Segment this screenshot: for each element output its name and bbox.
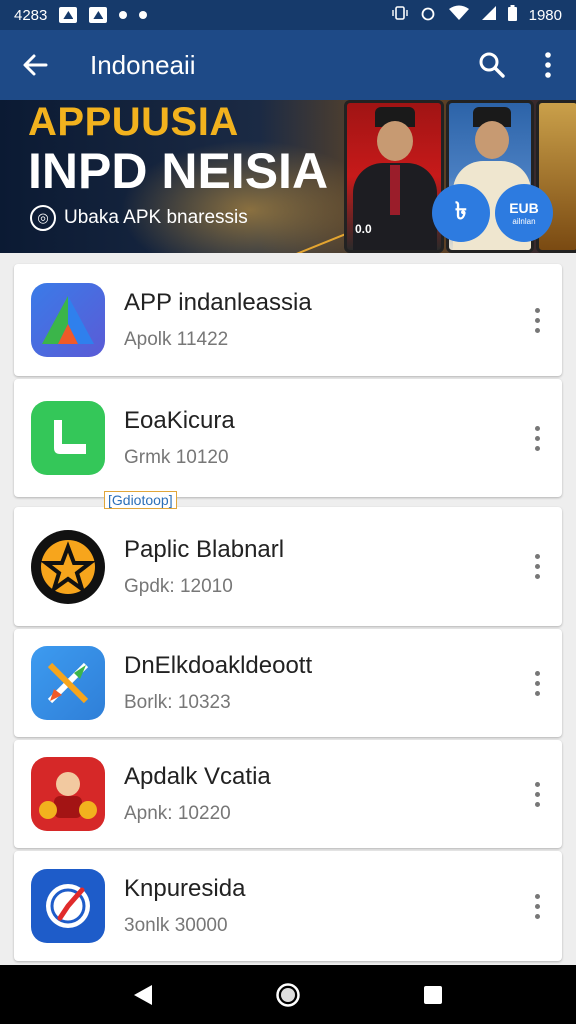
item-menu-button[interactable] bbox=[514, 876, 560, 936]
currency-badge: ৳ bbox=[432, 184, 490, 242]
nav-home-icon bbox=[276, 982, 300, 1007]
app-name: DnElkdoakldeoott bbox=[124, 652, 313, 679]
arrow-back-icon bbox=[23, 54, 48, 76]
app-subtitle: Apolk 11422 bbox=[124, 329, 229, 350]
brand-badge-title: EUB bbox=[509, 199, 539, 216]
list-item[interactable]: EoaKicura Grmk 10120 bbox=[14, 379, 562, 497]
gallery-notification-icon bbox=[59, 7, 78, 23]
banner-subtitle-text: Ubaka APK bnaressis bbox=[64, 207, 248, 228]
nav-recents-icon bbox=[424, 985, 443, 1004]
shield-badge-icon: ◎ bbox=[30, 205, 56, 231]
app-text: Apdalk Vcatia Apnk: 10220 bbox=[124, 763, 514, 825]
compass-icon bbox=[31, 869, 105, 943]
status-right: 1980 bbox=[391, 5, 562, 25]
brand-badge-subtitle: ailnlan bbox=[512, 216, 536, 226]
app-name: Apdalk Vcatia bbox=[124, 763, 271, 790]
notification-dot-icon bbox=[139, 11, 148, 19]
search-icon bbox=[479, 52, 505, 78]
list-item[interactable]: Apdalk Vcatia Apnk: 10220 bbox=[14, 740, 562, 848]
cartoon-character-icon bbox=[31, 757, 105, 831]
crossed-arrows-icon bbox=[31, 646, 105, 720]
more-vert-icon bbox=[545, 52, 551, 78]
nav-back-icon bbox=[133, 984, 152, 1005]
banner-heading-2: INPD NEISIA bbox=[28, 143, 329, 199]
more-vert-icon bbox=[534, 893, 540, 919]
currency-badge-symbol: ৳ bbox=[455, 198, 467, 225]
app-subtitle: 3onlk 30000 bbox=[124, 915, 228, 936]
status-time-right: 1980 bbox=[528, 6, 562, 24]
nav-home-button[interactable] bbox=[258, 965, 318, 1024]
list-item[interactable]: APP indanleassia Apolk 11422 bbox=[14, 264, 562, 376]
group-tag: [Gdiotoop] bbox=[104, 491, 177, 509]
item-menu-button[interactable] bbox=[514, 537, 560, 597]
signal-icon bbox=[481, 5, 496, 25]
phone-handset-icon bbox=[31, 401, 105, 475]
app-name: Knpuresida bbox=[124, 875, 246, 902]
app-text: EoaKicura Grmk 10120 bbox=[124, 407, 514, 469]
star-badge-icon bbox=[31, 529, 105, 604]
system-nav-bar bbox=[0, 965, 576, 1024]
overflow-menu-button[interactable] bbox=[520, 30, 576, 100]
phone-mockup-image: 0.0 bbox=[344, 100, 444, 253]
banner-heading-1: APPUUSIA bbox=[28, 100, 239, 144]
more-vert-icon bbox=[534, 307, 540, 333]
nav-back-button[interactable] bbox=[113, 965, 173, 1024]
status-left: 4283 bbox=[14, 6, 148, 24]
triangle-logo-icon bbox=[31, 283, 105, 357]
app-name: Paplic Blabnarl bbox=[124, 535, 285, 563]
app-name: APP indanleassia bbox=[124, 289, 312, 316]
notification-dot-icon bbox=[119, 11, 128, 19]
phone-label: 0.0 bbox=[355, 222, 372, 236]
item-menu-button[interactable] bbox=[514, 290, 560, 350]
back-button[interactable] bbox=[0, 30, 70, 100]
app-text: Paplic Blabnarl Gpdk: 12010 bbox=[124, 536, 514, 598]
app-text: APP indanleassia Apolk 11422 bbox=[124, 289, 514, 351]
more-vert-icon bbox=[534, 781, 540, 807]
alarm-icon bbox=[420, 5, 436, 25]
nav-recents-button[interactable] bbox=[403, 965, 463, 1024]
item-menu-button[interactable] bbox=[514, 764, 560, 824]
list-item[interactable]: Paplic Blabnarl Gpdk: 12010 bbox=[14, 507, 562, 626]
app-bar: Indoneaii bbox=[0, 30, 576, 100]
list-item[interactable]: DnElkdoakldeoott Borlk: 10323 bbox=[14, 629, 562, 737]
app-name: EoaKicura bbox=[124, 407, 235, 434]
status-time-left: 4283 bbox=[14, 6, 48, 24]
more-vert-icon bbox=[534, 670, 540, 696]
item-menu-button[interactable] bbox=[514, 653, 560, 713]
app-subtitle: Grmk 10120 bbox=[124, 447, 229, 468]
person-head bbox=[475, 121, 509, 159]
promo-banner[interactable]: APPUUSIA INPD NEISIA ◎ Ubaka APK bnaress… bbox=[0, 100, 576, 253]
wifi-icon bbox=[448, 5, 470, 25]
app-text: Knpuresida 3onlk 30000 bbox=[124, 875, 514, 937]
search-button[interactable] bbox=[464, 30, 520, 100]
more-vert-icon bbox=[534, 554, 540, 579]
list-item[interactable]: Knpuresida 3onlk 30000 bbox=[14, 851, 562, 961]
mail-notification-icon bbox=[89, 7, 108, 23]
battery-icon bbox=[507, 5, 517, 25]
app-subtitle: Apnk: 10220 bbox=[124, 803, 231, 824]
app-text: DnElkdoakldeoott Borlk: 10323 bbox=[124, 652, 514, 714]
app-list: APP indanleassia Apolk 11422 EoaKicura G… bbox=[14, 264, 562, 964]
page-title: Indoneaii bbox=[90, 49, 196, 80]
brand-badge: EUB ailnlan bbox=[495, 184, 553, 242]
app-subtitle: Borlk: 10323 bbox=[124, 692, 231, 713]
banner-subtitle: ◎ Ubaka APK bnaressis bbox=[30, 205, 248, 231]
status-bar: 4283 1980 bbox=[0, 0, 576, 30]
person-head bbox=[377, 121, 413, 161]
person-tie bbox=[390, 165, 400, 215]
more-vert-icon bbox=[534, 425, 540, 451]
vibrate-icon bbox=[391, 5, 408, 25]
app-subtitle: Gpdk: 12010 bbox=[124, 575, 233, 597]
item-menu-button[interactable] bbox=[514, 408, 560, 468]
